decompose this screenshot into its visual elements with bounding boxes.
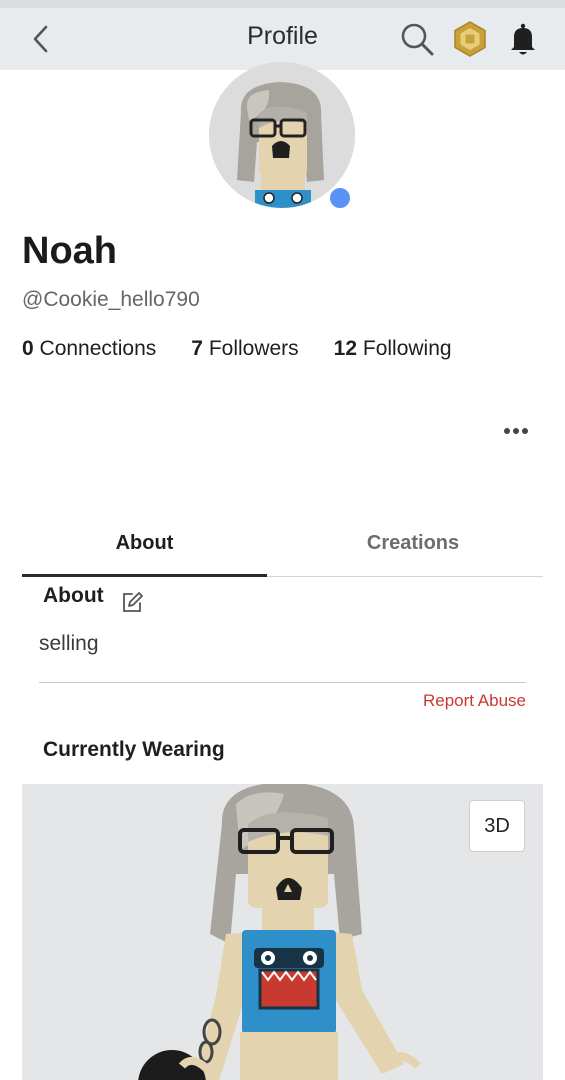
- status-bar: [0, 0, 565, 8]
- username: @Cookie_hello790: [22, 288, 200, 311]
- active-tab-indicator: [22, 574, 267, 577]
- following-label: Following: [362, 337, 452, 360]
- about-divider: [39, 682, 526, 683]
- profile-tabs: About Creations: [22, 510, 543, 577]
- robux-icon: [454, 21, 486, 57]
- edit-pencil-icon: [123, 592, 143, 612]
- toggle-3d-button[interactable]: 3D: [469, 800, 525, 852]
- online-status-indicator: [328, 186, 352, 210]
- more-options-button[interactable]: [496, 416, 536, 446]
- followers-stat[interactable]: 7 Followers: [191, 337, 298, 361]
- tab-creations[interactable]: Creations: [283, 510, 543, 576]
- following-stat[interactable]: 12 Following: [334, 337, 452, 361]
- connections-label: Connections: [39, 337, 157, 360]
- edit-about-button[interactable]: [120, 590, 144, 614]
- tab-about[interactable]: About: [22, 510, 267, 576]
- display-name: Noah: [22, 230, 117, 272]
- search-button[interactable]: [398, 20, 436, 58]
- followers-label: Followers: [208, 337, 299, 360]
- about-heading: About: [43, 584, 104, 607]
- profile-stats: 0 Connections 7 Followers 12 Following: [22, 337, 487, 361]
- following-count: 12: [333, 337, 358, 360]
- robux-button[interactable]: [450, 19, 490, 59]
- connections-stat[interactable]: 0 Connections: [22, 337, 156, 361]
- report-abuse-link[interactable]: Report Abuse: [423, 691, 526, 711]
- avatar[interactable]: [209, 62, 355, 208]
- more-dots-icon: [504, 428, 528, 434]
- avatar-full-body-image: [138, 784, 421, 1080]
- currently-wearing-heading: Currently Wearing: [43, 738, 225, 761]
- avatar-headshot-image: [209, 62, 355, 208]
- bell-icon: [511, 23, 535, 55]
- about-description: selling: [39, 632, 99, 655]
- top-nav-bar: Profile: [0, 8, 565, 70]
- notifications-button[interactable]: [504, 20, 542, 58]
- connections-count: 0: [22, 337, 34, 360]
- avatar-preview[interactable]: 3D: [22, 784, 543, 1080]
- followers-count: 7: [191, 337, 203, 360]
- search-icon: [401, 23, 434, 56]
